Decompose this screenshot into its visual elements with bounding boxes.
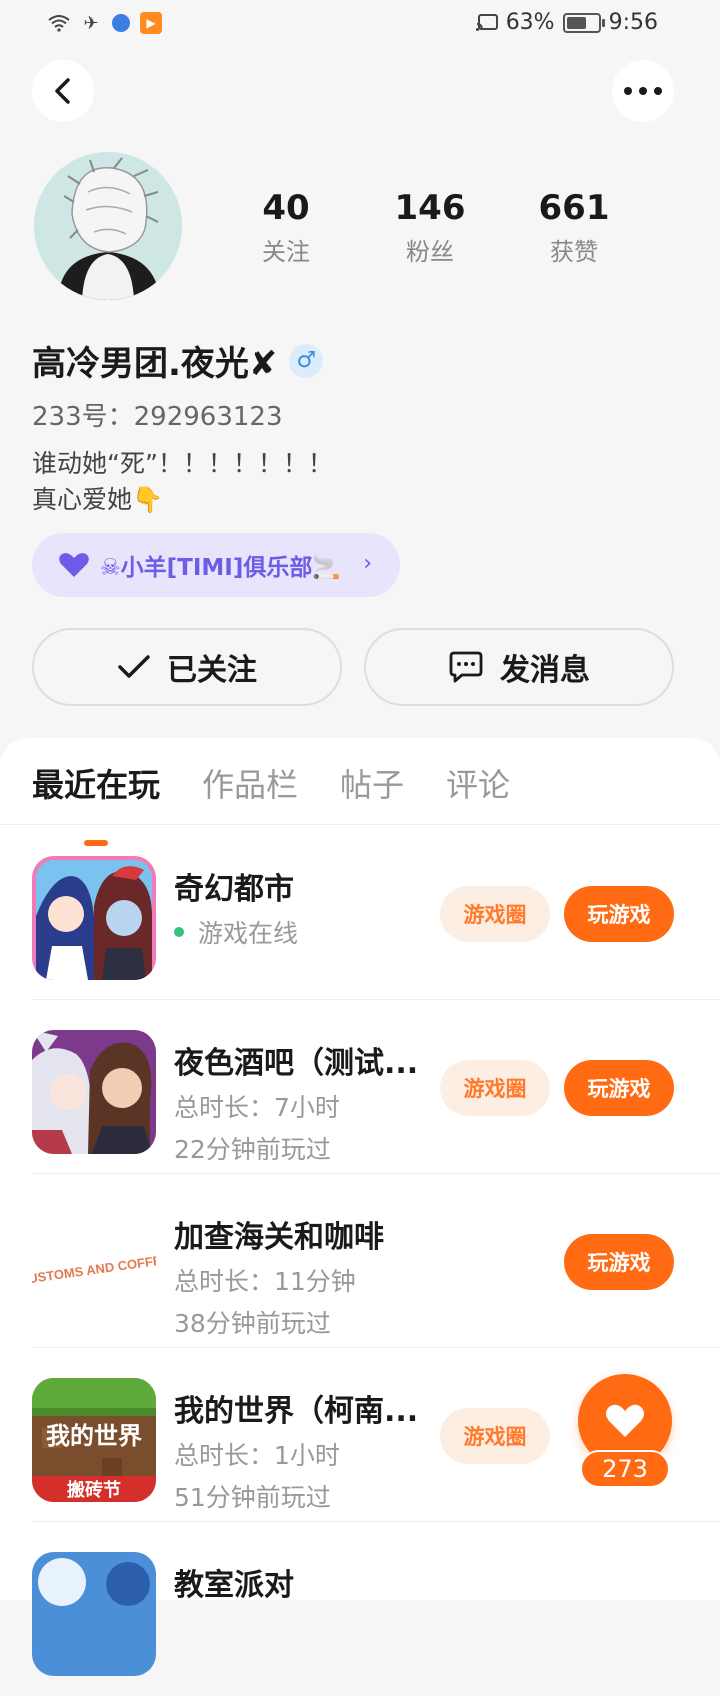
game-last-played: 38分钟前玩过	[174, 1309, 331, 1338]
follow-button[interactable]: 已关注	[32, 628, 342, 706]
status-left-icons: ✈ ▶	[48, 12, 162, 34]
stat-following[interactable]: 40 关注	[214, 186, 358, 267]
profile-stats: 40 关注 146 粉丝 661 获赞	[214, 186, 646, 267]
check-icon	[118, 655, 150, 678]
game-title: 我的世界（柯南...	[174, 1394, 419, 1429]
game-icon-text: 搬砖节	[67, 1479, 121, 1501]
battery-icon	[562, 12, 605, 33]
tab-recently-played[interactable]: 最近在玩	[32, 760, 160, 820]
bio: 谁动她“死”！！！！！！！ 真心爱她👇	[32, 446, 333, 518]
game-icon-text: 我的世界	[46, 1422, 142, 1450]
game-duration: 总时长：11分钟	[174, 1267, 356, 1296]
play-game-button[interactable]: 玩游戏	[564, 886, 674, 942]
airplane-icon: ✈	[83, 12, 99, 34]
game-title: 奇幻都市	[174, 872, 294, 907]
game-icon: 我的世界 搬砖节	[32, 1378, 156, 1502]
divider	[32, 999, 720, 1000]
online-dot-icon	[174, 927, 184, 937]
game-title: 教室派对	[174, 1568, 294, 1603]
follow-label: 已关注	[167, 653, 257, 688]
game-duration: 总时长：1小时	[174, 1441, 340, 1470]
tab-comments[interactable]: 评论	[446, 760, 510, 820]
stat-value: 146	[394, 188, 466, 228]
play-game-button[interactable]: 玩游戏	[564, 1234, 674, 1290]
game-title: 加查海关和咖啡	[174, 1220, 384, 1255]
stat-label: 粉丝	[406, 238, 454, 266]
divider	[0, 824, 720, 825]
online-label: 游戏在线	[198, 919, 299, 948]
play-game-button[interactable]: 玩游戏	[564, 1060, 674, 1116]
wifi-icon	[48, 12, 70, 34]
club-badge[interactable]: ☠小羊[TIMI]俱乐部🚬 ›	[32, 533, 400, 597]
game-circle-button[interactable]: 游戏圈	[440, 886, 550, 942]
more-dots-icon	[624, 87, 662, 95]
game-list-item[interactable]: 教室派对	[0, 1524, 720, 1696]
chevron-right-icon: ›	[363, 551, 372, 576]
purple-heart-icon	[59, 553, 89, 577]
battery-fill	[566, 16, 586, 29]
chevron-left-icon	[55, 78, 70, 104]
stat-label: 关注	[262, 238, 310, 266]
back-button[interactable]	[32, 60, 94, 122]
battery-percent: 63%	[505, 10, 555, 35]
tab-bar: 最近在玩 作品栏 帖子 评论	[32, 760, 510, 820]
game-icon	[32, 1552, 156, 1676]
game-list-item[interactable]: CUSTOMS AND COFFEE 加查海关和咖啡 总时长：11分钟 38分钟…	[0, 1176, 720, 1348]
more-button[interactable]	[612, 60, 674, 122]
game-circle-button[interactable]: 游戏圈	[440, 1408, 550, 1464]
divider	[32, 1347, 720, 1348]
chat-bubble-icon	[449, 651, 483, 683]
divider	[32, 1521, 720, 1522]
stat-followers[interactable]: 146 粉丝	[358, 186, 502, 267]
game-title: 夜色酒吧（测试...	[174, 1046, 419, 1081]
game-icon: CUSTOMS AND COFFEE	[32, 1204, 156, 1328]
game-online-status: 游戏在线	[174, 914, 298, 950]
video-app-icon: ▶	[140, 12, 162, 34]
club-name: ☠小羊[TIMI]俱乐部🚬	[100, 555, 341, 581]
message-label: 发消息	[500, 653, 590, 688]
stat-likes[interactable]: 661 获赞	[502, 186, 646, 267]
game-list-item[interactable]: 奇幻都市 游戏在线 游戏圈 玩游戏	[0, 828, 720, 1000]
game-duration: 总时长：7小时	[174, 1093, 340, 1122]
cast-icon	[475, 12, 498, 34]
status-bar: ✈ ▶ 63% 9:56	[0, 0, 720, 48]
bio-line: 真心爱她👇	[32, 485, 164, 514]
message-button[interactable]: 发消息	[364, 628, 674, 706]
heart-icon	[606, 1404, 644, 1437]
tab-works[interactable]: 作品栏	[202, 760, 298, 820]
game-last-played: 51分钟前玩过	[174, 1483, 331, 1512]
status-right-icons: 63% 9:56	[475, 10, 658, 35]
profile-name: 高冷男团.夜光✘	[32, 344, 278, 384]
stat-value: 40	[262, 188, 310, 228]
male-icon: ♂	[289, 343, 324, 378]
tab-posts[interactable]: 帖子	[340, 760, 404, 820]
game-circle-button[interactable]: 游戏圈	[440, 1060, 550, 1116]
browser-app-icon	[112, 14, 130, 32]
user-id: 233号：292963123	[32, 402, 283, 432]
bio-line: 谁动她“死”！！！！！！！	[32, 449, 333, 478]
game-icon	[32, 856, 156, 980]
game-list-item[interactable]: 夜色酒吧（测试... 总时长：7小时 22分钟前玩过 游戏圈 玩游戏	[0, 1002, 720, 1174]
stat-label: 获赞	[550, 238, 598, 266]
game-last-played: 22分钟前玩过	[174, 1135, 331, 1164]
clock: 9:56	[608, 10, 658, 35]
name-row: 高冷男团.夜光✘ ♂	[32, 336, 324, 385]
stat-value: 661	[538, 188, 610, 228]
game-icon	[32, 1030, 156, 1154]
divider	[32, 1173, 720, 1174]
like-count: 273	[580, 1450, 670, 1488]
avatar-illustration	[34, 152, 182, 300]
avatar[interactable]	[34, 152, 182, 300]
